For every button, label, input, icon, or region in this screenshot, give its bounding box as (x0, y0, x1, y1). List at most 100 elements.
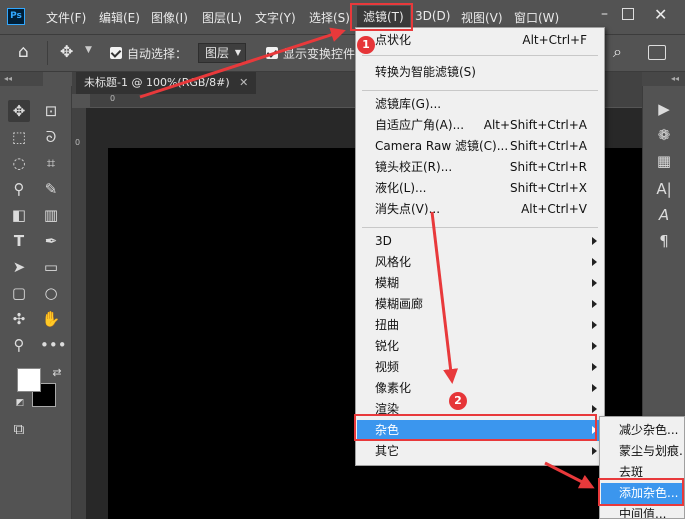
menu-select[interactable]: 选择(S) (309, 9, 350, 26)
submenu-arrow-icon (592, 258, 597, 266)
hand-tool-icon[interactable]: ✋ (40, 308, 62, 330)
menu-item-stylize[interactable]: 风格化 (357, 252, 603, 273)
menu-item-label: 消失点(V)... (375, 202, 441, 216)
workspace-icon[interactable] (648, 45, 666, 60)
ellipse-tool-icon[interactable]: ○ (40, 282, 62, 304)
document-tab[interactable]: 未标题-1 @ 100%(RGB/8#) ✕ (76, 72, 257, 94)
menu-item-blur-gallery[interactable]: 模糊画廊 (357, 294, 603, 315)
menu-separator (362, 227, 598, 228)
submenu-item-reduce-noise[interactable]: 减少杂色... (601, 420, 684, 441)
paragraph-panel-icon[interactable]: ¶ (653, 230, 675, 252)
panel-expand-icon[interactable]: ◂◂ (642, 72, 685, 86)
foreground-color-swatch[interactable] (17, 368, 41, 392)
submenu-item-add-noise[interactable]: 添加杂色... (601, 483, 684, 504)
menu-item-vanishing-point[interactable]: 消失点(V)... Alt+Ctrl+V (357, 199, 603, 220)
swatches-panel-icon[interactable]: ▦ (653, 150, 675, 172)
submenu-arrow-icon (592, 321, 597, 329)
menu-item-convert-smart-filter[interactable]: 转换为智能滤镜(S) (357, 62, 603, 83)
submenu-item-despeckle[interactable]: 去斑 (601, 462, 684, 483)
show-transform-checkbox[interactable] (266, 47, 278, 59)
menu-image[interactable]: 图像(I) (151, 9, 188, 26)
menu-item-3d[interactable]: 3D (357, 231, 603, 252)
submenu-arrow-icon (592, 300, 597, 308)
toolbar-collapse-icon[interactable]: ◂◂ (0, 72, 43, 86)
menu-item-shortcut: Shift+Ctrl+A (510, 139, 587, 153)
submenu-arrow-icon (592, 342, 597, 350)
menu-item-sharpen[interactable]: 锐化 (357, 336, 603, 357)
character-panel-icon[interactable]: A| (653, 178, 675, 200)
default-colors-icon[interactable]: ◩ (9, 392, 31, 414)
menu-item-shortcut: Shift+Ctrl+X (510, 181, 587, 195)
maximize-icon[interactable] (622, 8, 634, 20)
menu-item-render[interactable]: 渲染 (357, 399, 603, 420)
chevron-down-icon[interactable]: ▼ (85, 45, 92, 55)
crop-tool-icon[interactable]: ⌗ (40, 152, 62, 174)
close-icon[interactable]: ✕ (654, 5, 667, 24)
search-icon[interactable]: ⌕ (613, 42, 622, 62)
gradient-tool-icon[interactable]: ▥ (40, 204, 62, 226)
brush-tool-icon[interactable]: ✎ (40, 178, 62, 200)
quick-mask-icon[interactable]: ⧉ (8, 418, 30, 440)
artboard-tool-icon[interactable]: ⊡ (40, 100, 62, 122)
divider (47, 41, 48, 65)
rounded-rect-tool-icon[interactable]: ▢ (8, 282, 30, 304)
submenu-arrow-icon (592, 384, 597, 392)
menu-item-label: 模糊 (375, 276, 400, 290)
menu-item-other[interactable]: 其它 (357, 441, 603, 462)
rectangle-tool-icon[interactable]: ▭ (40, 256, 62, 278)
menu-item-label: 滤镜库(G)... (375, 97, 442, 111)
menu-item-label: 模糊画廊 (375, 297, 424, 311)
auto-select-dropdown[interactable]: 图层 ▼ (198, 43, 246, 63)
step-badge-1: 1 (357, 36, 375, 54)
move-tool-icon[interactable]: ✥ (8, 100, 30, 122)
menu-filter[interactable]: 滤镜(T) (357, 6, 410, 27)
pen-tool-icon[interactable]: ✒ (40, 230, 62, 252)
menu-item-label: 像素化 (375, 381, 412, 395)
menu-item-label: Camera Raw 滤镜(C)... (375, 139, 509, 153)
submenu-arrow-icon (592, 363, 597, 371)
menu-window[interactable]: 窗口(W) (514, 9, 559, 26)
more-tools-icon[interactable]: ••• (40, 334, 67, 356)
close-tab-icon[interactable]: ✕ (239, 76, 248, 89)
submenu-item-dust-scratches[interactable]: 蒙尘与划痕... (601, 441, 684, 462)
step-badge-2: 2 (449, 392, 467, 410)
menu-edit[interactable]: 编辑(E) (99, 9, 140, 26)
menu-item-video[interactable]: 视频 (357, 357, 603, 378)
menu-item-blur[interactable]: 模糊 (357, 273, 603, 294)
minimize-icon[interactable]: – (601, 6, 608, 22)
menu-type[interactable]: 文字(Y) (255, 9, 296, 26)
menu-item-last-filter[interactable]: 点状化 Alt+Ctrl+F (357, 30, 603, 51)
ruler-zero-label: 0 (110, 94, 116, 103)
menu-view[interactable]: 视图(V) (461, 9, 503, 26)
color-panel-icon[interactable]: ❁ (653, 124, 675, 146)
eyedropper-tool-icon[interactable]: ⚲ (8, 178, 30, 200)
menu-item-liquify[interactable]: 液化(L)... Shift+Ctrl+X (357, 178, 603, 199)
eraser-tool-icon[interactable]: ◧ (8, 204, 30, 226)
menu-layer[interactable]: 图层(L) (202, 9, 242, 26)
auto-select-checkbox[interactable] (110, 47, 122, 59)
menu-item-noise[interactable]: 杂色 (357, 420, 603, 441)
menu-item-lens-correction[interactable]: 镜头校正(R)... Shift+Ctrl+R (357, 157, 603, 178)
menu-item-label: 自适应广角(A)... (375, 118, 465, 132)
menu-item-distort[interactable]: 扭曲 (357, 315, 603, 336)
marquee-tool-icon[interactable]: ⬚ (8, 126, 30, 148)
quick-select-tool-icon[interactable]: ◌ (8, 152, 30, 174)
menu-item-filter-gallery[interactable]: 滤镜库(G)... (357, 94, 603, 115)
glyphs-panel-icon[interactable]: A (653, 204, 675, 226)
zoom-tool-icon[interactable]: ⚲ (8, 334, 30, 356)
history-panel-icon[interactable]: ▶ (653, 98, 675, 120)
puppet-warp-icon[interactable]: ✣ (8, 308, 30, 330)
chevron-down-icon: ▼ (234, 48, 241, 57)
path-select-tool-icon[interactable]: ➤ (8, 256, 30, 278)
submenu-item-median[interactable]: 中间值... (601, 504, 684, 518)
home-icon[interactable]: ⌂ (18, 42, 29, 62)
menu-file[interactable]: 文件(F) (46, 9, 86, 26)
menu-item-pixelate[interactable]: 像素化 (357, 378, 603, 399)
move-tool-icon[interactable]: ✥ (60, 42, 73, 61)
menu-item-adaptive-wide-angle[interactable]: 自适应广角(A)... Alt+Shift+Ctrl+A (357, 115, 603, 136)
swap-colors-icon[interactable]: ⇄ (46, 362, 68, 384)
lasso-tool-icon[interactable]: ᘐ (40, 126, 62, 148)
menu-3d[interactable]: 3D(D) (415, 9, 450, 23)
menu-item-camera-raw[interactable]: Camera Raw 滤镜(C)... Shift+Ctrl+A (357, 136, 603, 157)
type-tool-icon[interactable]: T (8, 230, 30, 252)
